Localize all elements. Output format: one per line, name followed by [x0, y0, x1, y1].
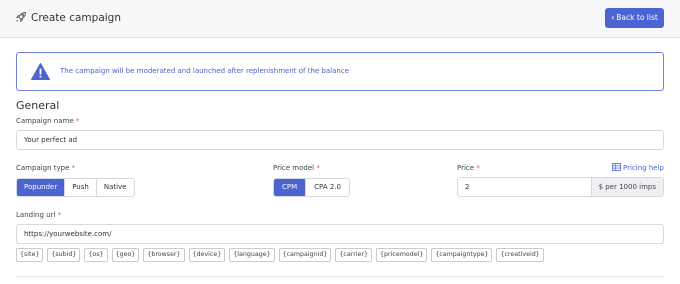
macro-tag-pricemodel[interactable]: {pricemodel}	[376, 248, 428, 262]
table-icon	[612, 163, 621, 171]
back-to-list-button[interactable]: ‹ Back to list	[605, 8, 664, 28]
landing-url-label: Landing url *	[16, 211, 61, 219]
campaign-type-push[interactable]: Push	[65, 179, 97, 196]
macro-tag-subid[interactable]: {subid}	[47, 248, 81, 262]
pricing-help-label: Pricing help	[623, 164, 664, 172]
moderation-alert: The campaign will be moderated and launc…	[16, 52, 664, 91]
price-input[interactable]: 2	[458, 178, 591, 196]
campaign-type-toggle: Popunder Push Native	[16, 178, 135, 197]
chevron-left-icon: ‹	[611, 13, 615, 22]
required-mark: *	[71, 164, 76, 172]
required-mark: *	[316, 164, 320, 172]
required-mark: *	[57, 211, 62, 219]
required-mark: *	[476, 164, 480, 172]
price-model-label-text: Price model	[273, 164, 315, 172]
macro-tag-carrier[interactable]: {carrier}	[335, 248, 373, 262]
campaign-name-label: Campaign name *	[16, 117, 79, 125]
campaign-type-label: Campaign type *	[16, 164, 75, 172]
campaign-name-label-text: Campaign name	[16, 117, 74, 125]
alert-message: The campaign will be moderated and launc…	[60, 67, 349, 75]
macro-tag-device[interactable]: {device}	[188, 248, 226, 262]
section-divider	[16, 276, 664, 277]
macro-tag-campaigntype[interactable]: {campaigntype}	[431, 248, 493, 262]
price-unit: $ per 1000 imps	[590, 178, 663, 196]
back-to-list-label: Back to list	[616, 13, 658, 22]
macro-tag-site[interactable]: {site}	[16, 248, 44, 262]
price-model-toggle: CPM CPA 2.0	[273, 178, 350, 197]
price-label: Price *	[457, 164, 480, 172]
price-model-label: Price model *	[273, 164, 320, 172]
section-title-general: General	[16, 99, 60, 112]
landing-url-label-text: Landing url	[16, 211, 56, 219]
price-model-cpm[interactable]: CPM	[274, 179, 307, 196]
pricing-help-link[interactable]: Pricing help	[612, 163, 664, 172]
price-label-text: Price	[457, 164, 475, 172]
macro-tag-browser[interactable]: {browser}	[143, 248, 185, 262]
macro-tag-os[interactable]: {os}	[84, 248, 108, 262]
macro-tags: {site} {subid} {os} {geo} {browser} {dev…	[16, 248, 544, 262]
page-title: Create campaign	[31, 12, 121, 24]
price-input-group: 2 $ per 1000 imps	[457, 177, 664, 197]
campaign-type-label-text: Campaign type	[16, 164, 70, 172]
macro-tag-creativeid[interactable]: {creativeid}	[496, 248, 544, 262]
macro-tag-language[interactable]: {language}	[229, 248, 275, 262]
required-mark: *	[75, 117, 80, 125]
campaign-type-native[interactable]: Native	[97, 179, 134, 196]
macro-tag-campaignid[interactable]: {campaignid}	[278, 248, 332, 262]
macro-tag-geo[interactable]: {geo}	[111, 248, 140, 262]
campaign-type-popunder[interactable]: Popunder	[17, 179, 66, 196]
rocket-icon	[15, 12, 26, 23]
page-header: Create campaign ‹ Back to list	[0, 0, 680, 38]
campaign-name-input[interactable]: Your perfect ad	[16, 130, 664, 150]
price-model-cpa[interactable]: CPA 2.0	[306, 179, 349, 196]
warning-icon	[31, 63, 50, 80]
landing-url-input[interactable]: https://yourwebsite.com/	[16, 224, 664, 244]
